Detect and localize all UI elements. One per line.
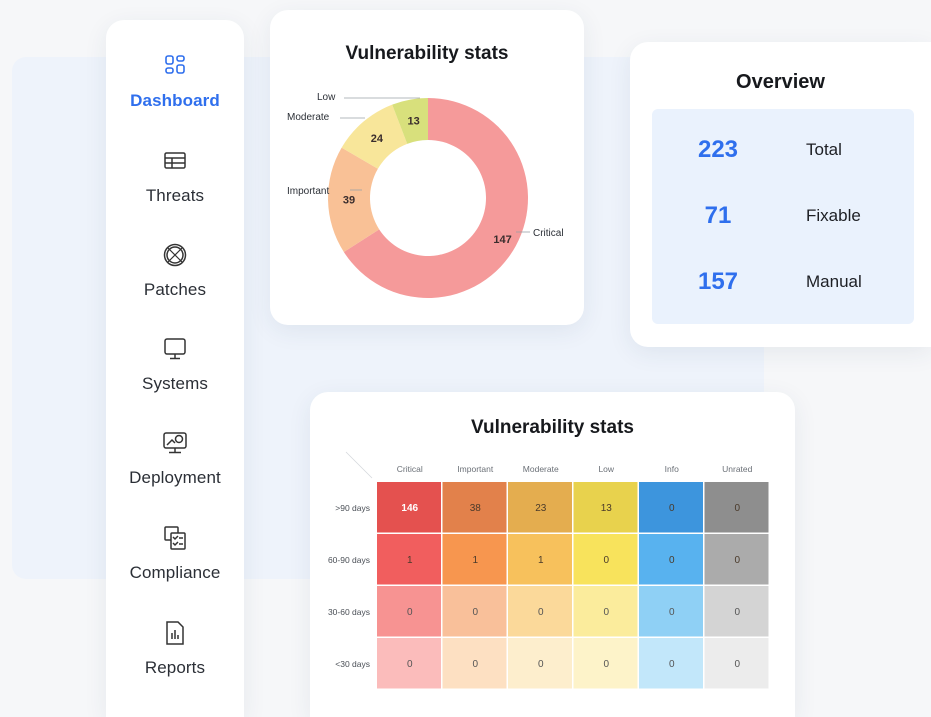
dashboard-icon [165,55,185,74]
sidebar-item-label: Threats [145,186,205,205]
heatmap-cell-value: 0 [734,659,740,670]
deployment-icon [163,432,187,454]
stat-value: 223 [697,136,739,163]
donut-chart: 147 39 24 13 Critical Important Moderate Low [287,92,564,298]
heatmap-cell-value: 0 [603,659,609,670]
donut-value-label: 13 [407,115,419,127]
heatmap-cell-value: 0 [472,607,478,618]
heatmap-cell-value: 0 [407,607,413,618]
heatmap-column-label: Unrated [722,464,753,474]
sidebar-item-dashboard[interactable]: Dashboard [106,53,244,111]
reports-icon [166,621,184,645]
heatmap-column-label: Low [598,464,614,474]
sidebar-item-label: Dashboard [130,91,220,110]
heatmap-cell-value: 0 [603,555,609,566]
heatmap-cell-value: 0 [669,503,675,514]
heatmap-cell-value: 0 [538,659,544,670]
heatmap-cell-value: 0 [669,607,675,618]
overview-title: Overview [736,71,825,93]
heatmap-cell-value: 1 [472,555,478,566]
heatmap-cell-value: 0 [734,503,740,514]
overview-card: Overview 223 Total 71 Fixable 157 Manual [630,42,931,347]
heatmap-row-label: 60-90 days [328,555,370,565]
sidebar-item-systems[interactable]: Systems [106,336,244,394]
heatmap-row-label: <30 days [335,659,370,669]
donut-category-label: Important [287,186,329,197]
donut-value-label: 147 [493,234,511,246]
sidebar-item-threats[interactable]: Threats [106,148,244,206]
stat-label: Total [806,140,842,159]
sidebar-nav: Dashboard Threats Patches Systems Deploy… [106,20,244,717]
heatmap-cell-value: 146 [401,503,418,514]
stat-label: Fixable [806,206,861,225]
heatmap-column-label: Moderate [523,464,559,474]
sidebar-item-label: Reports [144,658,206,677]
heatmap-column-label: Important [457,464,494,474]
heatmap-cell-value: 38 [470,503,482,514]
heatmap-cell-value: 0 [472,659,478,670]
heatmap-column-label: Critical [397,464,423,474]
sidebar-item-label: Patches [143,280,207,299]
sidebar-item-label: Deployment [129,468,221,487]
heatmap-cell-value: 0 [407,659,413,670]
heatmap-cell-value: 0 [538,607,544,618]
sidebar-item-label: Compliance [129,563,221,582]
heatmap-row-label: 30-60 days [328,607,370,617]
heatmap-cell-value: 0 [603,607,609,618]
heatmap-column-label: Info [665,464,679,474]
heatmap-cell-value: 1 [538,555,544,566]
sidebar-item-label: Systems [142,374,208,393]
sidebar-item-compliance[interactable]: Compliance [106,525,244,583]
heatmap-cell-value: 1 [407,555,413,566]
overview-row-manual: 157 Manual [652,262,914,302]
patches-icon [163,243,187,267]
heatmap-cell-value: 13 [601,503,613,514]
sidebar-item-deployment[interactable]: Deployment [106,430,244,488]
sidebar-item-patches[interactable]: Patches [106,242,244,300]
overview-stats-panel: 223 Total 71 Fixable 157 Manual [652,109,914,324]
heatmap-cell-value: 0 [734,607,740,618]
overview-row-fixable: 71 Fixable [652,196,914,236]
donut-value-label: 39 [343,195,355,207]
donut-category-label: Critical [533,228,564,239]
donut-category-label: Moderate [287,112,330,123]
stat-label: Manual [806,272,862,291]
heatmap-cell-value: 23 [535,503,547,514]
overview-row-total: 223 Total [652,130,914,170]
heatmap-cell-value: 0 [734,555,740,566]
heatmap-cell-value: 0 [669,659,675,670]
sidebar-item-reports[interactable]: Reports [106,620,244,678]
donut-category-label: Low [317,92,336,103]
stat-value: 71 [704,202,732,229]
heatmap-card: Vulnerability stats Critical Important Mod… [310,392,795,717]
header-diagonal [345,451,373,479]
donut-chart-card: Vulnerability stats 147 39 24 13 Critical Imp… [270,10,584,325]
heatmap-cell-value: 0 [669,555,675,566]
heatmap-row-label: >90 days [335,503,370,513]
donut-value-label: 24 [371,133,384,145]
compliance-icon [164,526,186,550]
threats-icon [164,152,186,169]
stat-value: 157 [697,268,739,295]
monitor-icon [164,338,186,360]
heatmap-chart: Critical Important Moderate Low Info Unrated >… [328,451,769,689]
